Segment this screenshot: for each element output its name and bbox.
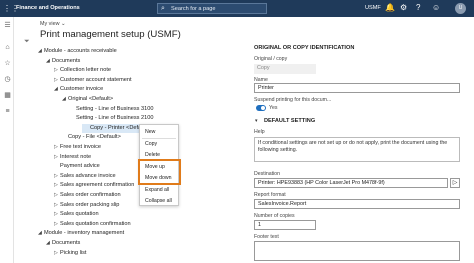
search-icon: ⌕ [161, 5, 165, 12]
menu-new[interactable]: New [140, 127, 178, 138]
tree-node[interactable]: ▷ Sales order confirmation [54, 191, 121, 200]
tree-node-label: Documents [52, 240, 81, 246]
suspend-toggle[interactable] [256, 105, 266, 111]
avatar[interactable]: U [455, 3, 466, 14]
clock-icon[interactable]: ◷ [3, 75, 12, 84]
tree-node-label: Interest note [60, 153, 92, 160]
tree-node[interactable]: Setting - Line of Business 3100 [70, 105, 153, 114]
destination-field[interactable]: Printer: HPE93883 (HP Color LaserJet Pro… [254, 178, 448, 188]
tree-node[interactable]: Setting - Line of Business 2100 [70, 114, 153, 123]
search-box[interactable]: ⌕ Search for a page [157, 3, 267, 14]
filter-icon[interactable]: ⏷ [24, 38, 30, 46]
tree-node-label: Setting - Line of Business 3100 [76, 105, 154, 112]
tree-node[interactable]: ▷ Free text invoice [54, 143, 101, 152]
search-placeholder: Search for a page [171, 6, 216, 12]
hamburger-icon[interactable]: ☰ [3, 21, 12, 30]
breadcrumb[interactable]: My view ⌄ [40, 21, 65, 27]
tree-node-label: Customer invoice [60, 86, 104, 93]
footer-field[interactable] [254, 241, 460, 261]
section-default-heading[interactable]: DEFAULT SETTING [264, 118, 315, 124]
left-nav-rail: ☰ ⌂ ☆ ◷ ▦ ≡ [0, 17, 14, 263]
report-format-select[interactable]: SalesInvoice.Report [254, 199, 460, 209]
tree-node[interactable]: ▷ Sales quotation [54, 210, 99, 219]
tree-node[interactable]: ▷ Collection letter note [54, 66, 111, 75]
smiley-icon[interactable]: ☺ [432, 3, 440, 13]
original-copy-field: Copy [254, 64, 316, 74]
tree-node-label: Copy - File <Default> [68, 134, 121, 141]
tree-node[interactable]: Payment advice [54, 162, 100, 171]
tree-node-label: Sales agreement confirmation [60, 182, 135, 189]
help-text: If conditional settings are not set up o… [254, 137, 460, 162]
menu-collapse-all[interactable]: Collapse all [140, 196, 178, 207]
tree-node[interactable]: ◢ Original <Default> [62, 95, 113, 104]
tree-node-label: Sales advance invoice [60, 172, 116, 179]
tree-node[interactable]: ▷ Customer account statement [54, 76, 132, 85]
tree-node-label: Module - inventory management [44, 230, 125, 237]
app-title: Finance and Operations [16, 5, 80, 11]
home-icon[interactable]: ⌂ [3, 43, 12, 52]
star-icon[interactable]: ☆ [3, 59, 12, 68]
bell-icon[interactable]: 🔔 [385, 3, 395, 13]
menu-separator [142, 138, 176, 139]
name-field[interactable]: Printer [254, 83, 460, 93]
tree-node-label: Documents [52, 57, 81, 64]
tree-node-label: Original <Default> [68, 96, 114, 102]
suspend-value: Yes [269, 105, 278, 111]
tree-node-label: Sales order confirmation [60, 192, 121, 198]
tree-node[interactable]: ▷ Interest note [54, 153, 91, 162]
destination-browse-button[interactable]: ▷ [450, 178, 460, 188]
tree-node[interactable]: Copy - File <Default> [62, 133, 121, 142]
tree-node[interactable]: ◢ Documents [46, 57, 80, 66]
app-launcher-icon[interactable]: ⋮⋮ [3, 4, 19, 13]
chevron-down-icon[interactable]: ▾ [255, 118, 261, 124]
tree-node[interactable]: ▷ Picking list [54, 249, 86, 258]
tree-node[interactable]: ◢ Module - accounts receivable [38, 47, 117, 56]
company-picker[interactable]: USMF [365, 5, 381, 11]
tree-node-label: Free text invoice [60, 144, 102, 150]
tree-node[interactable]: ▷ Sales agreement confirmation [54, 181, 134, 190]
report-format-label: Report format [254, 192, 286, 198]
tree-node[interactable]: ▷ Sales advance invoice [54, 172, 116, 181]
workspace-icon[interactable]: ▦ [3, 91, 12, 100]
help-label: Help [254, 129, 265, 135]
menu-expand-all[interactable]: Expand all [140, 185, 178, 196]
highlight-box [138, 159, 181, 185]
tree-node-label: Payment advice [60, 163, 100, 170]
section-original-heading: ORIGINAL OR COPY IDENTIFICATION [254, 45, 355, 51]
suspend-label: Suspend printing for this docum... [254, 97, 332, 103]
copies-field[interactable]: 1 [254, 220, 316, 230]
destination-label: Destination [254, 171, 280, 177]
tree-node-label: Setting - Line of Business 2100 [76, 115, 154, 122]
menu-copy[interactable]: Copy [140, 139, 178, 150]
original-copy-label: Original / copy [254, 56, 288, 62]
tree-node[interactable]: ◢ Customer invoice [54, 85, 103, 94]
list-icon[interactable]: ≡ [3, 107, 12, 116]
tree-node-label: Collection letter note [60, 67, 111, 74]
tree-node-label: Sales quotation confirmation [60, 220, 131, 227]
tree-node-label: Picking list [60, 249, 87, 256]
tree-node[interactable]: ◢ Module - inventory management [38, 229, 124, 238]
tree-node[interactable]: ▷ Sales order packing slip [54, 201, 119, 210]
tree-node-label: Module - accounts receivable [44, 48, 117, 54]
tree-node[interactable]: ▷ Sales quotation confirmation [54, 220, 131, 229]
help-icon[interactable]: ? [416, 3, 420, 13]
top-bar: ⋮⋮ Finance and Operations ⌕ Search for a… [0, 0, 474, 17]
page-title: Print management setup (USMF) [40, 29, 181, 40]
footer-label: Footer text [254, 234, 279, 240]
tree-node-label: Sales order packing slip [60, 201, 120, 208]
tree-node-label: Customer account statement [60, 76, 132, 83]
gear-icon[interactable]: ⚙ [400, 3, 407, 13]
copies-label: Number of copies [254, 213, 295, 219]
tree-node-label: Sales quotation [60, 211, 99, 218]
tree-node[interactable]: ◢ Documents [46, 239, 80, 248]
